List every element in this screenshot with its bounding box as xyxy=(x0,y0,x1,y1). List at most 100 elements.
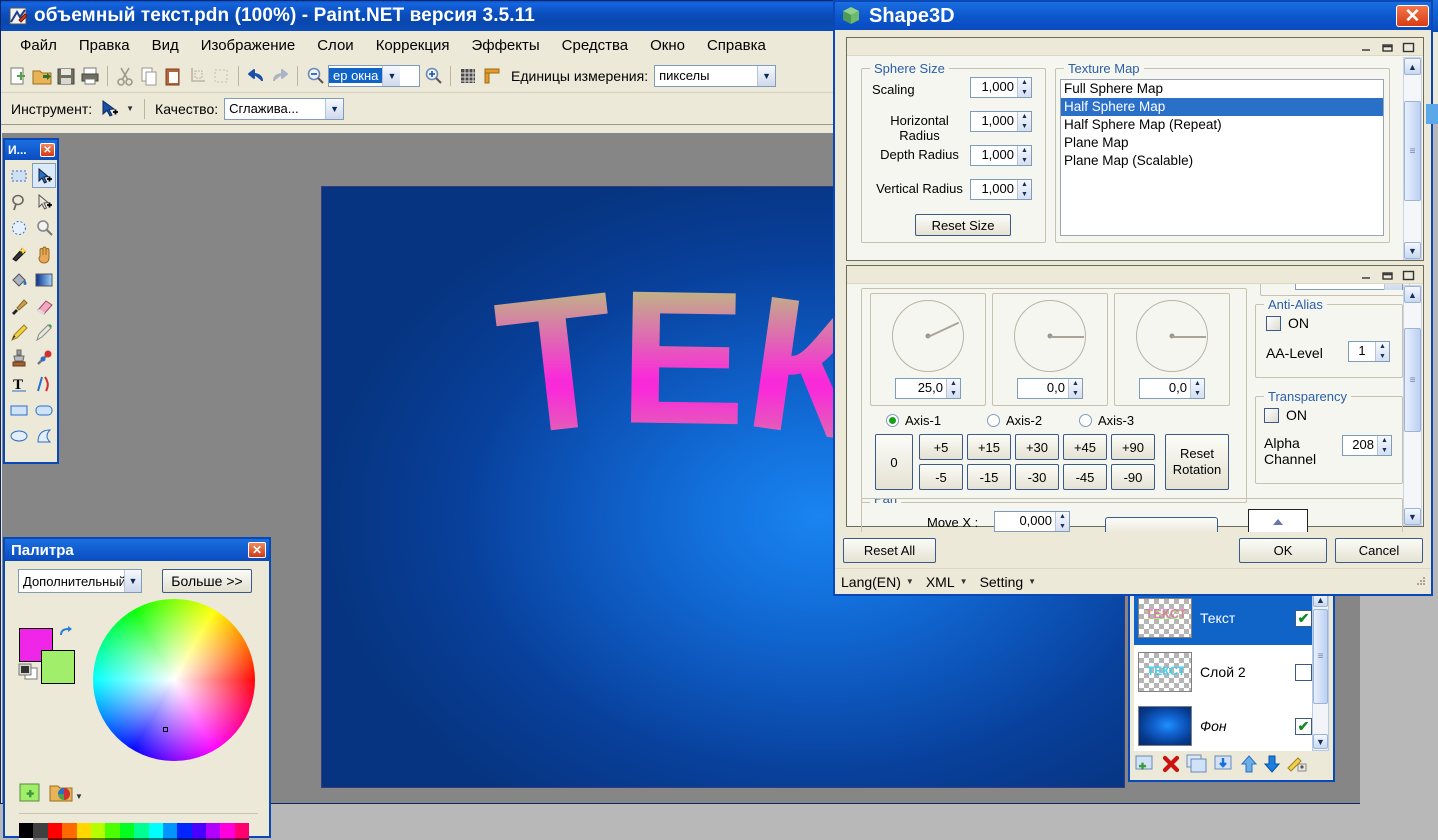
aa-level-spinner[interactable]: 1 ▲ ▼ xyxy=(1348,341,1390,362)
swap-colors-icon[interactable] xyxy=(57,625,73,644)
reset-rotation-button[interactable]: Reset Rotation xyxy=(1165,434,1229,490)
texture-map-listbox[interactable]: Full Sphere Map Half Sphere Map Half Sph… xyxy=(1060,79,1384,236)
resize-grip-icon[interactable] xyxy=(1415,574,1427,590)
scrollbar-thumb[interactable]: ≡ xyxy=(1404,328,1421,432)
copy-icon[interactable] xyxy=(138,65,160,87)
layer-row[interactable]: Фон ✔ xyxy=(1134,699,1316,751)
tool-move-selection[interactable] xyxy=(32,189,56,214)
deselect-icon[interactable] xyxy=(210,65,232,87)
spinner-down-icon[interactable]: ▼ xyxy=(1378,446,1391,456)
tool-magic-wand[interactable] xyxy=(7,241,31,266)
tool-eraser[interactable] xyxy=(32,293,56,318)
spinner-up-icon[interactable]: ▲ xyxy=(1069,379,1082,389)
move-x-spinner[interactable]: 0,000 ▲ ▼ xyxy=(994,511,1070,532)
chevron-down-icon[interactable]: ▼ xyxy=(757,65,776,86)
rotation-minus-30-button[interactable]: -30 xyxy=(1015,464,1059,490)
texture-map-option[interactable]: Full Sphere Map xyxy=(1061,80,1383,98)
palette-swatch[interactable] xyxy=(105,823,120,838)
menu-item-layers[interactable]: Слои xyxy=(306,33,364,58)
spinner-down-icon[interactable]: ▼ xyxy=(1018,156,1031,166)
units-combo[interactable]: пикселы ▼ xyxy=(654,64,777,87)
spinner-down-icon[interactable]: ▼ xyxy=(1069,389,1082,399)
depth-radius-spinner[interactable]: 1,000 ▲ ▼ xyxy=(970,145,1032,166)
rotation-3-spinner[interactable]: 0,0 ▲ ▼ xyxy=(1139,378,1205,399)
palette-swatch[interactable] xyxy=(148,823,163,838)
scroll-down-icon[interactable]: ▼ xyxy=(1404,242,1421,259)
texture-map-option[interactable]: Half Sphere Map (Repeat) xyxy=(1061,116,1383,134)
chevron-down-icon[interactable]: ▼ xyxy=(906,577,914,586)
close-icon[interactable]: ✕ xyxy=(40,143,55,157)
chevron-down-icon[interactable]: ▼ xyxy=(1384,284,1402,290)
tool-lasso-select[interactable] xyxy=(7,189,31,214)
more-button[interactable]: Больше >> xyxy=(162,569,252,593)
spinner-buttons[interactable]: ▲ ▼ xyxy=(1377,436,1391,455)
spinner-down-icon[interactable]: ▼ xyxy=(1018,88,1031,98)
scroll-up-icon[interactable]: ▲ xyxy=(1404,286,1421,303)
axis-2-radio[interactable]: Axis-2 xyxy=(987,413,1042,428)
reset-size-button[interactable]: Reset Size xyxy=(915,214,1011,236)
texture-map-option[interactable]: Plane Map xyxy=(1061,134,1383,152)
quality-combo[interactable]: Сглажива... ▼ xyxy=(224,97,345,120)
spinner-up-icon[interactable]: ▲ xyxy=(1018,112,1031,122)
spinner-buttons[interactable]: ▲ ▼ xyxy=(946,379,960,398)
chevron-down-icon[interactable]: ▼ xyxy=(960,577,968,586)
panel-size-scrollbar[interactable]: ▲ ≡ ▼ xyxy=(1403,57,1422,260)
menu-item-file[interactable]: Файл xyxy=(9,33,68,58)
rotation-plus-5-button[interactable]: +5 xyxy=(919,434,963,460)
spinner-up-icon[interactable]: ▲ xyxy=(1376,342,1389,352)
color-wheel[interactable] xyxy=(93,599,255,761)
palette-swatch[interactable] xyxy=(220,823,235,838)
spinner-buttons[interactable]: ▲ ▼ xyxy=(1190,379,1204,398)
move-selection-icon[interactable] xyxy=(98,98,120,120)
horizontal-radius-spinner[interactable]: 1,000 ▲ ▼ xyxy=(970,111,1032,132)
secondary-color-swatch[interactable] xyxy=(41,650,75,684)
tool-color-picker[interactable] xyxy=(32,319,56,344)
spinner-down-icon[interactable]: ▼ xyxy=(1018,122,1031,132)
tool-line-curve[interactable] xyxy=(32,371,56,396)
delete-layer-icon[interactable] xyxy=(1161,754,1181,777)
spinner-up-icon[interactable]: ▲ xyxy=(1378,436,1391,446)
menu-item-adjustments[interactable]: Коррекция xyxy=(365,33,461,58)
spinner-up-icon[interactable]: ▲ xyxy=(1056,512,1069,522)
spinner-up-icon[interactable]: ▲ xyxy=(1191,379,1204,389)
paste-icon[interactable] xyxy=(162,65,184,87)
tool-rectangle[interactable] xyxy=(7,397,31,422)
spinner-buttons[interactable]: ▲ ▼ xyxy=(1017,146,1031,165)
tool-ellipse-select[interactable] xyxy=(7,215,31,240)
menu-item-view[interactable]: Вид xyxy=(141,33,190,58)
radio-control[interactable] xyxy=(886,414,899,427)
grid-icon[interactable] xyxy=(457,65,479,87)
layer-visibility-checkbox[interactable]: ✔ xyxy=(1295,717,1312,735)
alpha-channel-spinner[interactable]: 208 ▲ ▼ xyxy=(1342,435,1392,456)
scrollbar-thumb[interactable]: ≡ xyxy=(1404,101,1421,201)
spinner-buttons[interactable]: ▲ ▼ xyxy=(1055,512,1069,531)
spinner-buttons[interactable]: ▲ ▼ xyxy=(1375,342,1389,361)
rotation-minus-5-button[interactable]: -5 xyxy=(919,464,963,490)
rotation-plus-45-button[interactable]: +45 xyxy=(1063,434,1107,460)
redo-icon[interactable] xyxy=(269,65,291,87)
close-icon[interactable]: ✕ xyxy=(1396,5,1429,27)
tool-rounded-rectangle[interactable] xyxy=(32,397,56,422)
rotation-zero-button[interactable]: 0 xyxy=(875,434,913,490)
maximize-icon[interactable] xyxy=(1402,41,1415,53)
spinner-down-icon[interactable]: ▼ xyxy=(1191,389,1204,399)
palette-swatch[interactable] xyxy=(191,823,207,838)
menu-item-effects[interactable]: Эффекты xyxy=(460,33,550,58)
spinner-down-icon[interactable]: ▼ xyxy=(1018,190,1031,200)
zoom-level-combo[interactable]: ер окна ▼ xyxy=(328,64,420,87)
tool-pan[interactable] xyxy=(32,241,56,266)
layers-scrollbar[interactable]: ▲ ≡ ▼ xyxy=(1312,591,1329,751)
open-palette-icon[interactable] xyxy=(49,783,73,808)
texture-map-option-selected[interactable]: Half Sphere Map xyxy=(1061,98,1383,116)
axis-1-radio[interactable]: Axis-1 xyxy=(886,413,941,428)
rotation-dial-1[interactable] xyxy=(892,300,964,372)
rotation-minus-45-button[interactable]: -45 xyxy=(1063,464,1107,490)
chevron-down-icon[interactable]: ▼ xyxy=(325,98,344,119)
menu-item-edit[interactable]: Правка xyxy=(68,33,141,58)
checkbox-control[interactable] xyxy=(1266,315,1281,331)
palette-swatch[interactable] xyxy=(134,823,149,838)
spinner-up-icon[interactable]: ▲ xyxy=(1018,78,1031,88)
rotation-dial-2[interactable] xyxy=(1014,300,1086,372)
spinner-buttons[interactable]: ▲ ▼ xyxy=(1017,180,1031,199)
menu-item-help[interactable]: Справка xyxy=(696,33,777,58)
